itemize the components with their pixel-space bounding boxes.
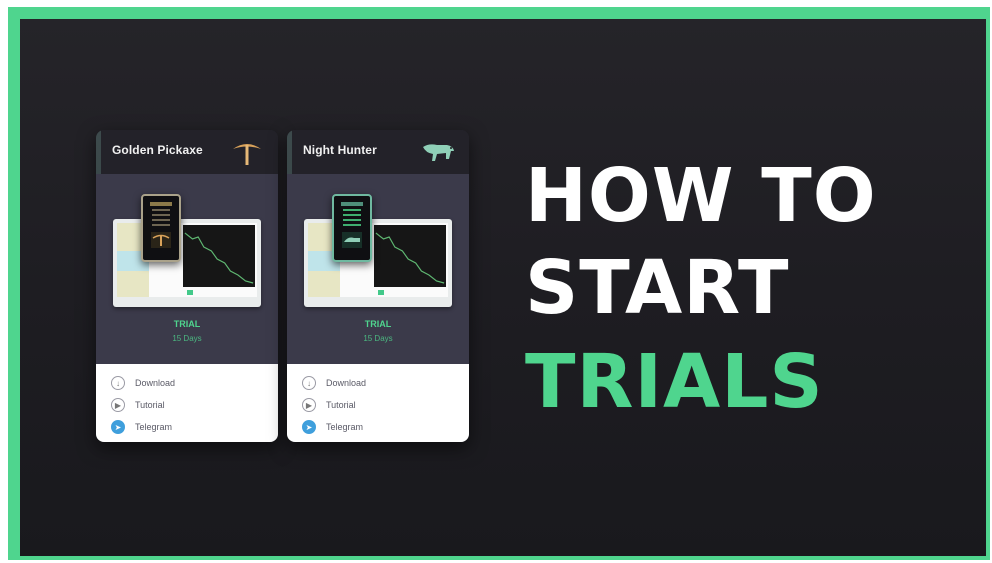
product-card-golden-pickaxe[interactable]: Golden Pickaxe TRIAL 15 Days ↓ Download … (96, 130, 278, 442)
card-preview: TRIAL 15 Days (96, 174, 278, 364)
card-title: Night Hunter (303, 143, 377, 157)
menu-item-label: Telegram (135, 422, 173, 432)
card-menu: ↓ Download ▶ Tutorial ➤ Telegram (96, 364, 278, 442)
menu-item-label: Telegram (326, 422, 364, 432)
tutorial-icon: ▶ (302, 398, 316, 412)
menu-item-label: Tutorial (135, 400, 165, 410)
trial-label: TRIAL (173, 319, 201, 329)
telegram-icon: ➤ (302, 420, 316, 434)
card-header: Golden Pickaxe (96, 130, 278, 174)
thumbnail-canvas: Golden Pickaxe TRIAL 15 Days ↓ Download … (20, 19, 986, 556)
menu-item-tutorial[interactable]: ▶ Tutorial (111, 396, 165, 414)
card-header: Night Hunter (287, 130, 469, 174)
menu-item-label: Download (326, 378, 367, 388)
tutorial-icon: ▶ (111, 398, 125, 412)
headline-line-3: TRIALS (525, 339, 824, 425)
menu-item-label: Download (135, 378, 176, 388)
menu-item-tutorial[interactable]: ▶ Tutorial (302, 396, 356, 414)
product-card-night-hunter[interactable]: Night Hunter TRIAL 15 Days ↓ Download ▶ … (287, 130, 469, 442)
download-icon: ↓ (302, 376, 316, 390)
menu-item-label: Tutorial (326, 400, 356, 410)
trial-duration: 15 Days (363, 334, 393, 343)
trial-duration: 15 Days (172, 334, 202, 343)
pickaxe-icon (233, 144, 261, 165)
download-icon: ↓ (111, 376, 125, 390)
menu-item-telegram[interactable]: ➤ Telegram (302, 418, 363, 436)
headline-line-1: HOW TO (525, 153, 877, 239)
phone-mockup (332, 194, 372, 262)
laptop-mockup (113, 219, 261, 307)
card-title: Golden Pickaxe (112, 143, 203, 157)
telegram-icon: ➤ (111, 420, 125, 434)
menu-item-download[interactable]: ↓ Download (302, 374, 366, 392)
headline-line-2: START (525, 245, 790, 331)
card-menu: ↓ Download ▶ Tutorial ➤ Telegram (287, 364, 469, 442)
panther-icon (423, 144, 454, 161)
menu-item-download[interactable]: ↓ Download (111, 374, 175, 392)
laptop-mockup (304, 219, 452, 307)
trial-label: TRIAL (364, 319, 392, 329)
card-preview: TRIAL 15 Days (287, 174, 469, 364)
menu-item-telegram[interactable]: ➤ Telegram (111, 418, 172, 436)
phone-mockup (141, 194, 181, 262)
